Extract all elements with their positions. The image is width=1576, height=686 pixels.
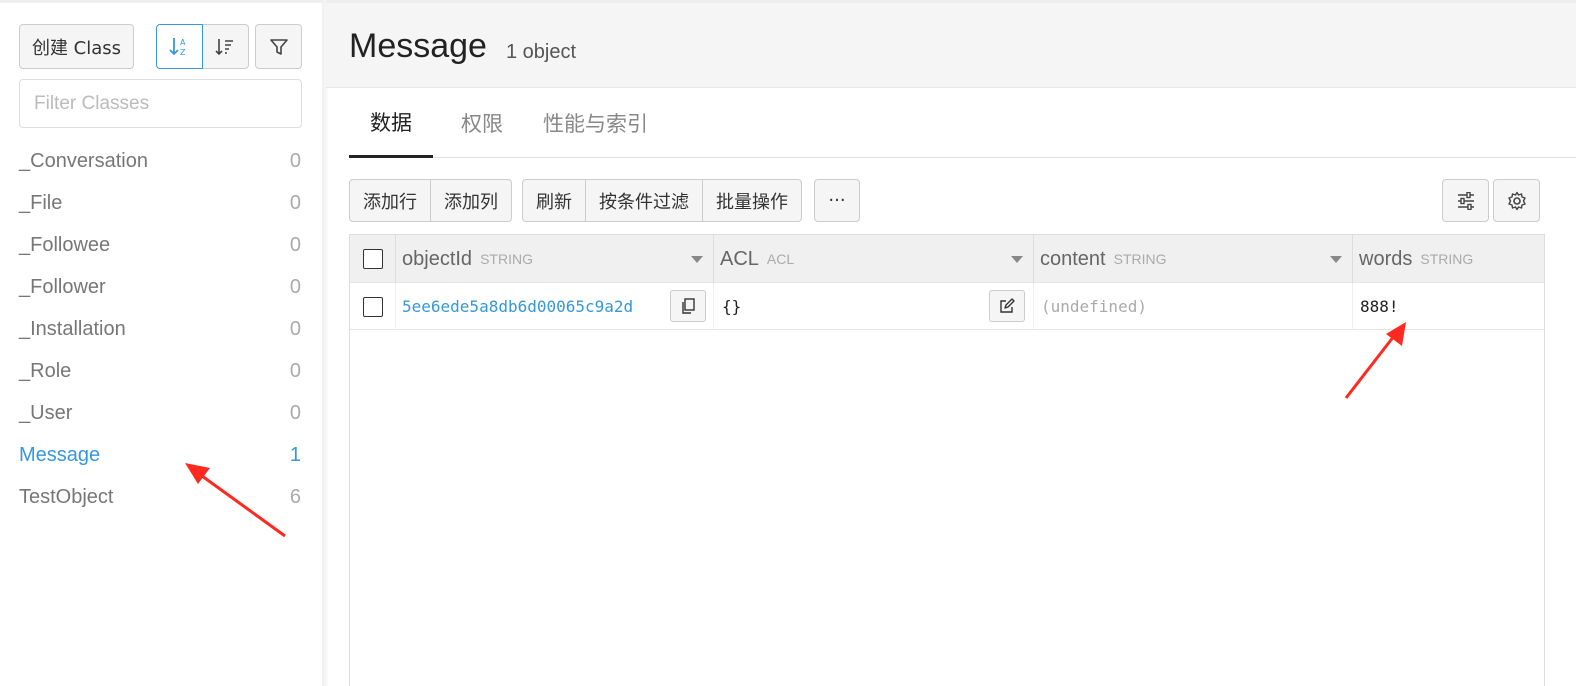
copy-icon xyxy=(682,298,695,314)
class-count: 6 xyxy=(289,485,301,508)
cell-acl[interactable]: {} xyxy=(714,283,1034,330)
class-item-role[interactable]: _Role 0 xyxy=(19,350,301,392)
refresh-button[interactable]: 刷新 xyxy=(522,179,586,222)
funnel-icon xyxy=(269,38,288,55)
class-item-installation[interactable]: _Installation 0 xyxy=(19,308,301,350)
action-group: 刷新 按条件过滤 批量操作 xyxy=(522,179,802,222)
svg-text:Z: Z xyxy=(180,48,186,57)
svg-text:A: A xyxy=(180,38,186,47)
column-name: ACL xyxy=(720,247,759,270)
filter-classes-button[interactable] xyxy=(255,24,302,69)
class-item-follower[interactable]: _Follower 0 xyxy=(19,266,301,308)
sort-alpha-button[interactable]: A Z xyxy=(156,24,203,69)
settings-button[interactable] xyxy=(1493,179,1540,222)
sidebar-controls: 创建 Class A Z xyxy=(19,24,303,69)
tab-permissions[interactable]: 权限 xyxy=(461,88,503,158)
column-name: content xyxy=(1040,247,1106,270)
gear-icon xyxy=(1507,191,1526,210)
select-all-cell xyxy=(350,235,396,283)
content-value: (undefined) xyxy=(1041,297,1147,316)
grid-header: objectId STRING ACL ACL content STRING w… xyxy=(350,235,1544,283)
sort-alpha-asc-icon: A Z xyxy=(169,37,186,57)
column-type: STRING xyxy=(1113,251,1167,267)
row-checkbox[interactable] xyxy=(362,296,383,317)
class-item-message[interactable]: Message 1 xyxy=(19,434,301,476)
sort-amount-icon xyxy=(215,38,234,55)
filter-by-condition-button[interactable]: 按条件过滤 xyxy=(586,179,703,222)
class-count: 0 xyxy=(289,401,301,424)
cell-content[interactable]: (undefined) xyxy=(1034,283,1353,330)
page-header: Message 1 object xyxy=(326,0,1576,88)
sliders-icon xyxy=(1457,191,1474,210)
class-name: _Installation xyxy=(19,317,126,340)
filter-classes-input[interactable] xyxy=(19,79,302,128)
tab-bar: 数据 权限 性能与索引 xyxy=(349,88,1576,158)
class-item-testobject[interactable]: TestObject 6 xyxy=(19,476,301,518)
class-item-user[interactable]: _User 0 xyxy=(19,392,301,434)
add-column-button[interactable]: 添加列 xyxy=(431,179,512,222)
class-name: _File xyxy=(19,191,63,214)
class-name: TestObject xyxy=(19,485,114,508)
copy-button[interactable] xyxy=(670,290,706,322)
edit-acl-button[interactable] xyxy=(989,290,1025,322)
column-header-content[interactable]: content STRING xyxy=(1034,235,1353,283)
class-item-file[interactable]: _File 0 xyxy=(19,182,301,224)
class-count: 0 xyxy=(289,149,301,172)
columns-settings-button[interactable] xyxy=(1442,179,1489,222)
caret-down-icon[interactable] xyxy=(691,256,703,263)
toolbar: 添加行 添加列 刷新 按条件过滤 批量操作 ··· xyxy=(349,179,1545,222)
class-count: 0 xyxy=(289,359,301,382)
class-name: _Role xyxy=(19,359,72,382)
tab-performance-index[interactable]: 性能与索引 xyxy=(543,88,648,158)
objectid-value[interactable]: 5ee6ede5a8db6d00065c9a2d xyxy=(402,297,633,316)
column-type: ACL xyxy=(766,251,795,267)
sort-toggle-group: A Z xyxy=(156,24,249,69)
sort-amount-button[interactable] xyxy=(202,24,249,69)
class-count: 1 xyxy=(289,443,301,466)
class-name: _Conversation xyxy=(19,149,148,172)
create-class-button[interactable]: 创建 Class xyxy=(19,24,134,69)
batch-operation-button[interactable]: 批量操作 xyxy=(703,179,802,222)
class-count: 0 xyxy=(289,317,301,340)
cell-objectid[interactable]: 5ee6ede5a8db6d00065c9a2d xyxy=(396,283,714,330)
class-list: _Conversation 0 _File 0 _Followee 0 _Follow… xyxy=(19,140,301,518)
column-header-acl[interactable]: ACL ACL xyxy=(714,235,1034,283)
class-name: _Follower xyxy=(19,275,106,298)
object-count: 1 object xyxy=(506,41,577,63)
class-count: 0 xyxy=(289,233,301,256)
column-header-words[interactable]: words STRING xyxy=(1353,235,1544,283)
more-button[interactable]: ··· xyxy=(814,179,860,222)
class-item-followee[interactable]: _Followee 0 xyxy=(19,224,301,266)
column-name: words xyxy=(1359,247,1413,270)
select-all-checkbox[interactable] xyxy=(362,249,383,269)
data-grid: objectId STRING ACL ACL content STRING w… xyxy=(349,234,1545,686)
row-select-cell xyxy=(350,283,396,330)
class-name: _User xyxy=(19,401,73,424)
edit-icon xyxy=(1000,298,1015,313)
class-count: 0 xyxy=(289,191,301,214)
class-count: 0 xyxy=(289,275,301,298)
words-value: 888! xyxy=(1360,297,1399,316)
column-name: objectId xyxy=(402,247,473,270)
acl-value: {} xyxy=(722,297,742,316)
page-title: Message xyxy=(349,27,487,65)
sidebar: 创建 Class A Z _Conversation 0 xyxy=(0,0,326,686)
more-group: ··· xyxy=(814,179,860,222)
row-column-group: 添加行 添加列 xyxy=(349,179,512,222)
table-row[interactable]: 5ee6ede5a8db6d00065c9a2d {} (undefined) … xyxy=(350,283,1544,330)
class-item-conversation[interactable]: _Conversation 0 xyxy=(19,140,301,182)
caret-down-icon[interactable] xyxy=(1011,256,1023,263)
caret-down-icon[interactable] xyxy=(1330,256,1342,263)
tab-data[interactable]: 数据 xyxy=(349,88,433,158)
column-header-objectid[interactable]: objectId STRING xyxy=(396,235,714,283)
class-name: Message xyxy=(19,443,101,466)
column-type: STRING xyxy=(480,251,533,267)
main-panel: Message 1 object 数据 权限 性能与索引 添加行 添加列 刷新 … xyxy=(326,0,1576,686)
column-type: STRING xyxy=(1420,251,1474,267)
cell-words[interactable]: 888! xyxy=(1353,283,1544,330)
add-row-button[interactable]: 添加行 xyxy=(349,179,431,222)
class-name: _Followee xyxy=(19,233,111,256)
